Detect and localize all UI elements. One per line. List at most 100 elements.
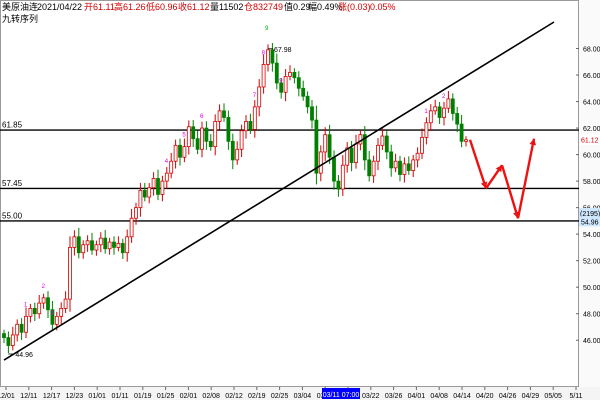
candle-body [442,107,446,118]
candle-body [420,136,424,154]
candle-body [46,297,50,311]
candle-body [437,106,442,118]
candle-body [367,159,372,177]
candle-body [129,217,134,238]
y-tick-label: 58.00 [583,179,600,186]
candle-body [19,323,24,333]
candle-body [380,135,385,146]
candle-body [81,244,86,254]
y-tick-label: 50.00 [583,285,600,292]
candle-body [164,172,169,182]
chart-background [0,0,600,400]
header-low: 低60.96 [146,1,178,12]
candle-body [266,49,270,65]
x-tick-label: 05/05 [544,393,562,400]
candle-body [98,237,103,246]
candle-body [376,144,380,162]
candle-body [15,323,20,336]
last-price-label: 61.12 [581,138,599,145]
candle-body [134,207,138,219]
candle-body [354,143,358,163]
chart-svg: 46.0048.0050.0052.0054.0056.0058.0060.00… [0,0,600,400]
x-tick-label: 12/23 [66,393,84,400]
candle-body [191,126,196,140]
header-rate: 0.05% [370,2,396,12]
candle-body [173,144,178,162]
candle-body [464,139,468,142]
candle-body [169,160,174,174]
candle-body [349,147,354,163]
x-tick-label: 01/19 [134,393,152,400]
candle-body [182,146,187,158]
candle-body [186,126,191,148]
candle-body [257,86,262,108]
header-oi: 仓832749 [244,1,283,12]
high-annotation: 67.98 [274,47,292,54]
x-tick-label: 02/25 [271,393,289,400]
x-tick-label: 04/01 [408,393,426,400]
candle-body [292,71,297,79]
candle-body [103,237,108,250]
x-tick-label: 04/20 [476,393,494,400]
level-label: 55.00 [2,211,23,220]
x-tick-label: 04/26 [499,393,517,400]
header-close: 收61.12 [178,1,210,12]
candle-body [195,138,200,150]
candle-body [94,244,99,251]
candle-body [226,117,231,142]
candle-body [288,71,292,77]
x-tick-label: 12/11 [20,393,37,400]
candle-body [244,121,248,132]
indicator-name: 九转序列 [2,13,38,24]
candle-body [389,151,394,169]
cursor-price-label: 54.96 [581,219,599,226]
candle-body [28,307,33,317]
candle-body [459,123,464,142]
candle-body [90,240,94,251]
candle-body [239,130,244,150]
candle-body [340,164,345,190]
x-tick-label: 02/01 [180,393,198,400]
candle-body [393,160,398,169]
candle-body [318,151,323,174]
y-tick-label: 52.00 [583,259,600,266]
x-tick-label: 04/29 [522,393,540,400]
candle-body [200,127,204,150]
header-volume: 量11502 [210,2,243,12]
candle-body [63,298,68,309]
y-tick-label: 66.00 [583,73,600,80]
candle-body [138,189,143,209]
candle-body [371,160,376,177]
candle-body [142,189,147,198]
candle-body [37,302,42,315]
candle-body [305,95,310,108]
y-tick-label: 60.00 [583,153,600,160]
level-label: 61.85 [2,121,23,130]
header-high: 高61.26 [114,1,146,12]
candle-body [41,297,46,304]
candle-body [151,178,156,189]
y-tick-label: 68.00 [583,47,600,54]
candle-body [323,134,328,153]
candle-body [76,236,81,254]
candle-body [415,152,420,161]
candle-body [204,127,209,142]
candle-body [327,134,332,158]
y-tick-label: 64.00 [583,100,600,107]
candle-body [178,144,182,158]
candle-body [54,315,59,325]
candle-body [217,110,222,122]
candle-body [68,247,72,300]
y-tick-label: 46.00 [583,338,600,345]
candle-body [6,337,11,346]
candle-body [314,119,319,174]
x-tick-label: 04/14 [453,393,471,400]
x-tick-label: 01/11 [112,393,129,400]
header-diff: 涨(0.03) [338,2,371,12]
candle-body [398,160,402,175]
x-tick-label: 5/11 [569,393,582,400]
candle-body [332,156,336,182]
x-tick-label: 12/17 [43,393,61,400]
right-axis-band [579,0,600,387]
crosshair-time-label: 03/11 07:00 [323,392,360,399]
